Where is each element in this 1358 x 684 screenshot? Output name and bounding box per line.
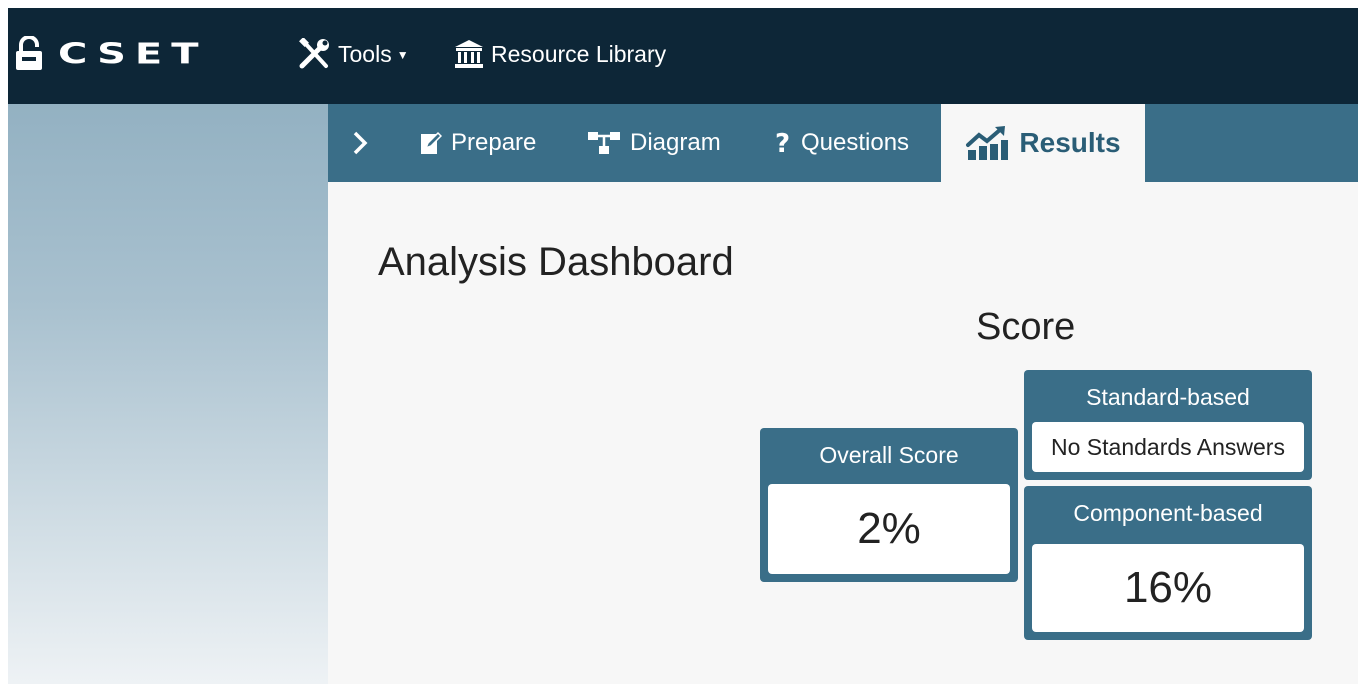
overall-score-card: Overall Score 2% <box>760 428 1018 582</box>
tab-prepare[interactable]: Prepare <box>420 104 536 182</box>
component-based-value: 16% <box>1032 544 1304 632</box>
component-based-card: Component-based 16% <box>1024 486 1312 640</box>
sitemap-icon <box>588 132 620 154</box>
sidebar-panel <box>8 104 328 684</box>
tab-diagram-label: Diagram <box>630 129 721 156</box>
tab-prepare-label: Prepare <box>451 129 537 156</box>
lock-icon <box>16 36 42 70</box>
tab-bar: Prepare Diagram ? Questions Results <box>328 104 1358 182</box>
standard-based-card: Standard-based No Standards Answers <box>1024 370 1312 480</box>
overall-score-value: 2% <box>768 484 1010 574</box>
edit-icon <box>421 131 442 154</box>
tab-diagram[interactable]: Diagram <box>587 104 721 182</box>
tools-menu-label: Tools <box>338 40 392 67</box>
top-navbar: CSET Tools ▼ Resource Library <box>8 8 1358 104</box>
tools-menu[interactable]: Tools ▼ <box>298 38 409 70</box>
svg-text:?: ? <box>775 129 790 157</box>
chevron-right-icon <box>353 131 368 155</box>
tools-icon <box>299 38 329 69</box>
brand-logo[interactable]: CSET <box>14 34 208 74</box>
sidebar-toggle-button[interactable] <box>352 104 377 182</box>
question-icon: ? <box>775 129 790 157</box>
standard-based-value: No Standards Answers <box>1032 422 1304 472</box>
caret-down-icon: ▼ <box>396 48 409 62</box>
brand-text: CSET <box>58 37 208 71</box>
tab-questions-label: Questions <box>801 129 910 156</box>
resource-library-label: Resource Library <box>491 40 667 67</box>
chart-icon <box>966 126 1009 160</box>
app-window: CSET Tools ▼ Resource Library Prepare Di… <box>8 8 1358 684</box>
overall-score-title: Overall Score <box>819 442 959 468</box>
component-based-title: Component-based <box>1073 500 1263 526</box>
page-title: Analysis Dashboard <box>378 240 734 284</box>
standard-based-title: Standard-based <box>1086 384 1250 410</box>
resource-library-link[interactable]: Resource Library <box>453 38 666 70</box>
institution-icon <box>455 40 483 68</box>
tab-questions[interactable]: ? Questions <box>774 104 909 182</box>
tab-results[interactable]: Results <box>941 104 1145 182</box>
score-heading: Score <box>976 306 1076 348</box>
tab-results-label: Results <box>1019 127 1121 158</box>
